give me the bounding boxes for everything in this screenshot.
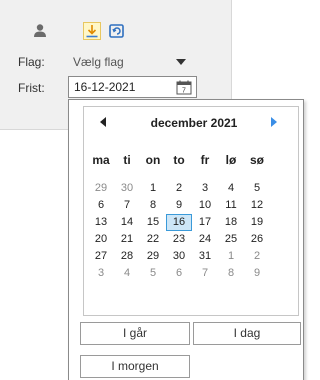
- calendar-day[interactable]: 24: [192, 231, 218, 248]
- calendar-day[interactable]: 11: [218, 197, 244, 214]
- next-month-arrow-icon[interactable]: [271, 117, 277, 127]
- calendar-week: 27 28 29 30 31 1 2: [88, 248, 270, 265]
- calendar-day[interactable]: 19: [244, 214, 270, 231]
- calendar-day[interactable]: 30: [114, 180, 140, 197]
- today-button[interactable]: I dag: [193, 322, 301, 345]
- weekday-label: on: [145, 153, 161, 167]
- calendar-day[interactable]: 9: [166, 197, 192, 214]
- calendar-day-selected[interactable]: 16: [166, 214, 192, 231]
- calendar-day[interactable]: 23: [166, 231, 192, 248]
- yesterday-button[interactable]: I går: [80, 322, 190, 345]
- calendar-week: 20 21 22 23 24 25 26: [88, 231, 270, 248]
- calendar-day[interactable]: 4: [218, 180, 244, 197]
- calendar-day[interactable]: 7: [114, 197, 140, 214]
- flag-select-value[interactable]: Vælg flag: [73, 55, 124, 69]
- flag-label: Flag:: [18, 55, 45, 69]
- download-icon[interactable]: [83, 22, 101, 40]
- calendar-day[interactable]: 6: [166, 265, 192, 282]
- calendar-day[interactable]: 7: [192, 265, 218, 282]
- calendar-day[interactable]: 20: [88, 231, 114, 248]
- calendar-day[interactable]: 5: [140, 265, 166, 282]
- weekday-label: ti: [123, 153, 131, 167]
- calendar-day[interactable]: 2: [244, 248, 270, 265]
- calendar-week: 29 30 1 2 3 4 5: [88, 180, 270, 197]
- calendar-day[interactable]: 15: [140, 214, 166, 231]
- calendar-day[interactable]: 29: [88, 180, 114, 197]
- calendar-day[interactable]: 12: [244, 197, 270, 214]
- calendar-icon[interactable]: 7: [176, 80, 192, 95]
- person-icon[interactable]: [31, 22, 49, 40]
- date-picker-popup: december 2021 ma ti on to fr lø sø 29 30…: [68, 99, 304, 380]
- calendar-day[interactable]: 1: [218, 248, 244, 265]
- calendar-day[interactable]: 30: [166, 248, 192, 265]
- calendar-day[interactable]: 5: [244, 180, 270, 197]
- calendar-day[interactable]: 22: [140, 231, 166, 248]
- calendar-day[interactable]: 25: [218, 231, 244, 248]
- svg-text:7: 7: [182, 88, 186, 95]
- calendar-day[interactable]: 18: [218, 214, 244, 231]
- calendar-day[interactable]: 14: [114, 214, 140, 231]
- calendar-day[interactable]: 27: [88, 248, 114, 265]
- calendar-day[interactable]: 13: [88, 214, 114, 231]
- due-date-field[interactable]: 16-12-2021 7: [68, 76, 197, 98]
- calendar-day[interactable]: 10: [192, 197, 218, 214]
- calendar-day[interactable]: 31: [192, 248, 218, 265]
- calendar-month-view: december 2021 ma ti on to fr lø sø 29 30…: [83, 106, 299, 316]
- weekday-label: lø: [225, 153, 237, 167]
- calendar-day[interactable]: 8: [140, 197, 166, 214]
- calendar-day[interactable]: 3: [192, 180, 218, 197]
- weekday-label: sø: [249, 153, 264, 167]
- weekday-label: fr: [200, 153, 210, 167]
- calendar-day[interactable]: 6: [88, 197, 114, 214]
- calendar-day[interactable]: 1: [140, 180, 166, 197]
- calendar-day[interactable]: 2: [166, 180, 192, 197]
- calendar-week: 3 4 5 6 7 8 9: [88, 265, 270, 282]
- calendar-day[interactable]: 29: [140, 248, 166, 265]
- tomorrow-button[interactable]: I morgen: [80, 355, 190, 378]
- calendar-day[interactable]: 28: [114, 248, 140, 265]
- previous-month-arrow-icon[interactable]: [100, 117, 106, 127]
- calendar-day[interactable]: 21: [114, 231, 140, 248]
- calendar-day[interactable]: 26: [244, 231, 270, 248]
- due-date-label: Frist:: [18, 81, 45, 95]
- sync-icon[interactable]: [108, 22, 126, 40]
- calendar-day[interactable]: 3: [88, 265, 114, 282]
- calendar-day[interactable]: 9: [244, 265, 270, 282]
- calendar-day[interactable]: 4: [114, 265, 140, 282]
- weekday-label: ma: [92, 153, 110, 167]
- calendar-day[interactable]: 17: [192, 214, 218, 231]
- chevron-down-icon[interactable]: [176, 59, 186, 65]
- calendar-week: 6 7 8 9 10 11 12: [88, 197, 270, 214]
- month-title: december 2021: [150, 116, 238, 130]
- due-date-value[interactable]: 16-12-2021: [74, 80, 135, 94]
- weekday-header: ma ti on to fr lø sø: [88, 153, 270, 167]
- day-grid: 29 30 1 2 3 4 5 6 7 8 9 10 11 12 13 14 1…: [88, 180, 270, 282]
- calendar-day[interactable]: 8: [218, 265, 244, 282]
- weekday-label: to: [173, 153, 185, 167]
- calendar-week: 13 14 15 16 17 18 19: [88, 214, 270, 231]
